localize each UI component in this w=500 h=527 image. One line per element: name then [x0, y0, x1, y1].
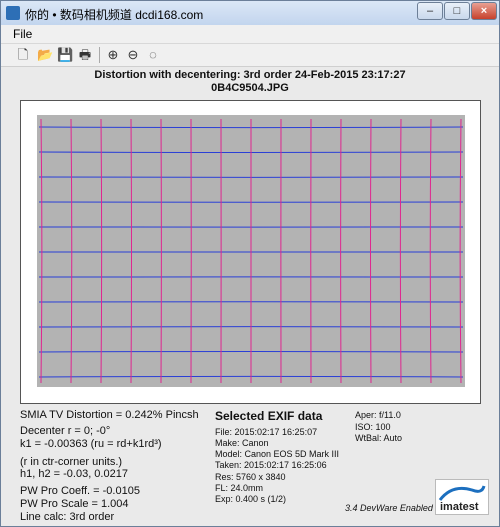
app-icon [6, 6, 20, 20]
logo-text: imatest [440, 501, 479, 513]
zoom-in-icon[interactable]: ⊕ [105, 47, 121, 63]
app-window: 你的 • 数码相机频道 dcdi168.com – □ × File 🗋 📂 💾… [0, 0, 500, 527]
h-values: h1, h2 = -0.03, 0.0217 [20, 468, 128, 480]
print-icon[interactable]: 🖶 [77, 47, 93, 63]
menu-bar: File [1, 25, 499, 44]
line-calc: Line calc: 3rd order [20, 511, 115, 523]
version-text: 3.4 DevWare Enabled [345, 503, 433, 513]
exif-heading: Selected EXIF data [215, 409, 323, 423]
distortion-plot [20, 100, 481, 404]
exif-fl: FL: 24.0mm [215, 483, 264, 493]
pwpro-coeff: PW Pro Coeff. = -0.0105 [20, 485, 140, 497]
title-bar[interactable]: 你的 • 数码相机频道 dcdi168.com – □ × [1, 1, 499, 25]
zoom-out-icon[interactable]: ⊖ [125, 47, 141, 63]
exif-res: Res: 5760 x 3840 [215, 472, 286, 482]
vertical-line [130, 118, 132, 384]
new-icon[interactable]: 🗋 [15, 47, 31, 63]
distortion-grid-svg [37, 115, 465, 387]
vertical-line [370, 118, 372, 384]
k1-value: k1 = -0.00363 (ru = rd+k1rd³) [20, 438, 162, 450]
menu-file[interactable]: File [13, 27, 32, 41]
decenter-value: Decenter r = 0; -0° [20, 425, 111, 437]
exif-file: File: 2015:02:17 16:25:07 [215, 427, 318, 437]
minimize-button[interactable]: – [417, 2, 443, 20]
toolbar-separator [99, 47, 100, 63]
open-icon[interactable]: 📂 [37, 47, 53, 63]
exif-iso: ISO: 100 [355, 422, 391, 432]
exif-taken: Taken: 2015:02:17 16:25:06 [215, 460, 327, 470]
imatest-logo: imatest [435, 479, 489, 515]
window-title: 你的 • 数码相机频道 dcdi168.com [25, 8, 204, 22]
plot-filename: 0B4C9504.JPG [211, 82, 289, 94]
maximize-button[interactable]: □ [444, 2, 470, 20]
exif-aper: Aper: f/11.0 [355, 410, 401, 420]
exif-make: Make: Canon [215, 438, 269, 448]
pwpro-scale: PW Pro Scale = 1.004 [20, 498, 129, 510]
imatest-logo-art: imatest [438, 485, 486, 513]
reset-zoom-icon[interactable]: ◌ [145, 47, 161, 63]
tv-distortion: SMIA TV Distortion = 0.242% Pincsh [20, 409, 199, 421]
units-note: (r in ctr-corner units.) [20, 456, 123, 468]
close-button[interactable]: × [471, 2, 497, 20]
toolbar: 🗋 📂 💾 🖶 ⊕ ⊖ ◌ [1, 44, 499, 67]
exif-exp: Exp: 0.400 s (1/2) [215, 494, 287, 504]
save-icon[interactable]: 💾 [57, 47, 73, 63]
exif-wb: WtBal: Auto [355, 433, 403, 443]
results-panel: Distortion with decentering: 3rd order 2… [1, 67, 499, 526]
plot-title: Distortion with decentering: 3rd order 2… [94, 69, 406, 81]
exif-model: Model: Canon EOS 5D Mark III [215, 449, 340, 459]
